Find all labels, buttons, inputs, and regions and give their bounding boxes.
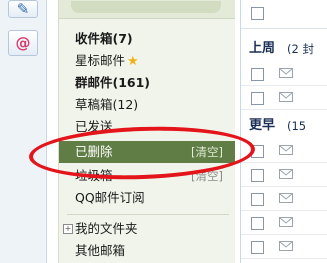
envelope-icon <box>279 92 293 102</box>
folder-divider <box>67 214 229 215</box>
envelope-icon <box>279 217 293 227</box>
mail-row-checkbox[interactable] <box>251 68 264 81</box>
mail-row-checkbox[interactable] <box>251 193 264 206</box>
mail-row[interactable] <box>241 164 327 187</box>
folder-inbox-label: 收件箱(7) <box>75 31 133 46</box>
group-earlier: 更早 (15 <box>241 114 327 138</box>
compose-app-button[interactable]: ✎ <box>8 0 38 18</box>
group-last-week-title: 上周 <box>249 41 276 56</box>
folder-group-mail-label: 群邮件(161) <box>75 75 151 90</box>
app-sidebar: ✎ @ <box>0 0 47 263</box>
folder-inbox[interactable]: 收件箱(7) <box>59 28 235 50</box>
mail-list: 上周 (2 封 更早 (15 <box>240 0 327 263</box>
mail-row[interactable] <box>241 188 327 211</box>
folder-group-mail[interactable]: 群邮件(161) <box>59 72 235 94</box>
compose-icon: ✎ <box>16 0 30 18</box>
group-earlier-count: (15 <box>287 119 307 133</box>
folder-other-mailboxes[interactable]: 其他邮箱 <box>59 240 235 262</box>
list-header <box>241 0 327 29</box>
folder-my-folders[interactable]: + 我的文件夹 <box>59 218 235 240</box>
envelope-icon <box>279 145 293 155</box>
mail-row-checkbox[interactable] <box>251 169 264 182</box>
group-earlier-title: 更早 <box>249 118 276 133</box>
folder-drafts-label: 草稿箱(12) <box>75 97 139 112</box>
group-last-week: 上周 (2 封 <box>241 37 327 61</box>
mail-row[interactable] <box>241 212 327 235</box>
at-icon: @ <box>15 34 31 52</box>
envelope-icon <box>279 241 293 251</box>
group-last-week-count: (2 封 <box>287 42 314 56</box>
folder-subscriptions-label: QQ邮件订阅 <box>75 190 145 205</box>
envelope-icon <box>279 169 293 179</box>
folder-other-mailboxes-label: 其他邮箱 <box>75 243 126 258</box>
contacts-app-button[interactable]: @ <box>8 30 38 56</box>
panel-top-bar <box>59 0 235 19</box>
folder-subscriptions[interactable]: QQ邮件订阅 <box>59 187 235 209</box>
mail-row-checkbox[interactable] <box>251 217 264 230</box>
folder-starred-label: 星标邮件 <box>75 53 126 68</box>
mail-row-checkbox[interactable] <box>251 241 264 254</box>
folder-starred[interactable]: 星标邮件 ★ <box>59 50 235 72</box>
envelope-icon <box>279 193 293 203</box>
star-icon: ★ <box>127 54 139 69</box>
mail-row[interactable] <box>241 87 327 110</box>
mail-row[interactable] <box>241 63 327 86</box>
mail-row[interactable] <box>241 236 327 259</box>
envelope-icon <box>279 68 293 78</box>
expand-plus-icon[interactable]: + <box>63 224 73 234</box>
mail-row-checkbox[interactable] <box>251 92 264 105</box>
select-all-checkbox[interactable] <box>251 7 264 20</box>
folder-drafts[interactable]: 草稿箱(12) <box>59 94 235 116</box>
folder-my-folders-label: 我的文件夹 <box>75 221 138 236</box>
